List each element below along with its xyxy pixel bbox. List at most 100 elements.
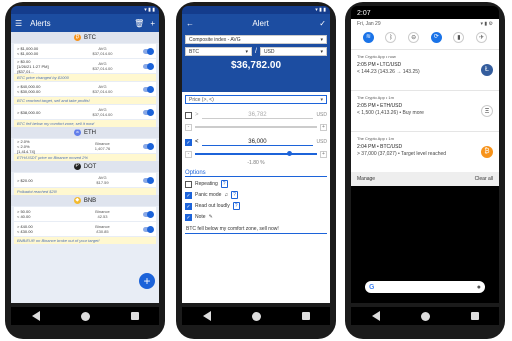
notification-title: 2:05 PM • ETH/USD bbox=[357, 103, 403, 109]
notification-title: 2:04 PM • BTC/USD bbox=[357, 144, 403, 150]
alert-price: Binance 1,407.76 bbox=[94, 141, 111, 151]
note-label: Note bbox=[195, 214, 206, 220]
clear-all-button[interactable]: Clear all bbox=[475, 176, 493, 182]
info-icon[interactable]: ? bbox=[231, 191, 238, 199]
screen-alerts-list: ▾ ▮ ▮ ☰ Alerts 🗑 + ₿ BTC > $1,000.00 < $1,… bbox=[11, 6, 159, 303]
alert-toggle[interactable] bbox=[143, 108, 154, 116]
index-select[interactable]: Composite index - AVG ▾ bbox=[185, 35, 327, 44]
alert-toggle[interactable] bbox=[143, 142, 154, 150]
coin-name: BNB bbox=[83, 197, 97, 204]
panic-checkbox[interactable]: ✓ bbox=[185, 191, 192, 199]
index-select-value: Composite index - AVG bbox=[189, 36, 241, 43]
search-bar[interactable]: G ● bbox=[365, 281, 485, 293]
price-condition-select[interactable]: Price (>, <) ▾ bbox=[185, 95, 327, 104]
wifi-icon[interactable]: ≋ bbox=[362, 32, 374, 43]
alert-toggle[interactable] bbox=[143, 62, 154, 70]
coin-icon: Ł bbox=[481, 64, 493, 76]
alert-note: ETH/USDT price on Binance moved 2% bbox=[14, 154, 156, 161]
alert-toggle[interactable] bbox=[143, 85, 154, 93]
lower-slider[interactable] bbox=[195, 151, 317, 156]
back-icon[interactable] bbox=[31, 311, 40, 321]
mic-icon[interactable]: ● bbox=[477, 284, 481, 291]
upper-checkbox[interactable] bbox=[185, 111, 192, 119]
recents-icon[interactable] bbox=[470, 312, 479, 320]
notification-card[interactable]: The Crypto App • 1m 2:04 PM • BTC/USD > 37… bbox=[351, 131, 499, 172]
alert-row[interactable]: > $40,000.00 < $30,000.00 AVG $37,014.00 bbox=[14, 82, 156, 96]
note-checkbox[interactable]: ✓ bbox=[185, 213, 192, 221]
volume-icon: ♫ bbox=[224, 192, 229, 198]
home-icon[interactable] bbox=[251, 311, 261, 321]
home-icon[interactable] bbox=[420, 311, 430, 321]
alert-toggle[interactable] bbox=[143, 210, 154, 218]
app-bar: ← Alert ✓ bbox=[182, 14, 330, 32]
recents-icon[interactable] bbox=[130, 312, 139, 320]
alert-condition: > 2.0% < 2.0% [1,414.74] bbox=[17, 138, 35, 154]
upper-slider-row: - + bbox=[185, 123, 327, 131]
alert-toggle[interactable] bbox=[143, 176, 154, 184]
notification-card[interactable]: The Crypto App • now 2:05 PM • LTC/USD < 1… bbox=[351, 49, 499, 90]
notification-title: 2:05 PM • LTC/USD bbox=[357, 62, 402, 68]
alert-condition: > 50.00 < 40.00 bbox=[17, 209, 31, 219]
manage-button[interactable]: Manage bbox=[357, 176, 375, 182]
alert-condition: > $0.00 [1/26/21 1:27 PM] ($37,01... bbox=[17, 58, 49, 74]
notification-app: The Crypto App • 1m bbox=[357, 136, 394, 141]
delete-icon[interactable]: 🗑 bbox=[134, 19, 144, 28]
notification-app: The Crypto App • 1m bbox=[357, 95, 394, 100]
lower-slider-row: - + bbox=[185, 150, 327, 158]
alert-row[interactable]: > $1,000.00 < $1,000.00 AVG $37,014.00 bbox=[14, 44, 156, 58]
upper-unit: USD bbox=[316, 112, 327, 118]
back-arrow-icon[interactable]: ← bbox=[186, 19, 194, 28]
alert-toggle[interactable] bbox=[143, 225, 154, 233]
alert-row[interactable]: > 50.00 < 40.00 Binance 42.53 bbox=[14, 207, 156, 221]
quote-select[interactable]: USD ▾ bbox=[259, 47, 328, 56]
battery-saver-icon[interactable]: ▮ bbox=[453, 32, 465, 43]
alert-row[interactable]: > $20.00 AVG $17.59 bbox=[14, 173, 156, 187]
back-icon[interactable] bbox=[371, 311, 380, 321]
lower-checkbox[interactable]: ✓ bbox=[185, 138, 192, 146]
airplane-icon[interactable]: ✈ bbox=[476, 32, 488, 43]
add-icon[interactable]: + bbox=[150, 19, 155, 28]
plus-button[interactable]: + bbox=[320, 150, 327, 158]
upper-slider[interactable] bbox=[195, 126, 317, 128]
status-bar: ▾ ▮ ▮ bbox=[182, 6, 330, 14]
back-icon[interactable] bbox=[202, 311, 211, 321]
alert-row[interactable]: > 2.0% < 2.0% [1,414.74] Binance 1,407.76 bbox=[14, 138, 156, 154]
add-alert-button[interactable]: + bbox=[139, 273, 155, 289]
alert-row[interactable]: > $38,000.00 AVG $37,014.00 bbox=[14, 105, 156, 119]
date-label: Fri, Jan 29 bbox=[357, 21, 381, 27]
repeating-label: Repeating bbox=[195, 181, 218, 187]
upper-condition-row: > 36,782 USD bbox=[185, 110, 327, 120]
alert-row[interactable]: > £40.00 < £30.00 Binance £30.85 bbox=[14, 222, 156, 236]
lower-value-input[interactable]: 36,000 bbox=[201, 139, 314, 146]
recents-icon[interactable] bbox=[301, 312, 310, 320]
info-icon[interactable]: ? bbox=[232, 202, 240, 210]
quick-settings: ≋ ᛒ ⊖ ⟳ ▮ ✈ bbox=[351, 29, 499, 49]
menu-icon[interactable]: ☰ bbox=[15, 19, 22, 28]
rotate-icon[interactable]: ⟳ bbox=[430, 32, 442, 43]
phone-alert-editor: ▾ ▮ ▮ ← Alert ✓ Composite index - AVG ▾ B… bbox=[176, 2, 336, 339]
dnd-icon[interactable]: ⊖ bbox=[408, 32, 420, 43]
clock: 2:07 bbox=[357, 10, 371, 17]
notification-card[interactable]: The Crypto App • 1m 2:05 PM • ETH/USD < 1,… bbox=[351, 90, 499, 131]
read-out-checkbox[interactable]: ✓ bbox=[185, 202, 192, 210]
minus-button[interactable]: - bbox=[185, 150, 192, 158]
base-select[interactable]: BTC ▾ bbox=[185, 47, 253, 56]
alert-toggle[interactable] bbox=[143, 47, 154, 55]
status-bar: ▾ ▮ ▮ bbox=[11, 6, 159, 14]
bluetooth-icon[interactable]: ᛒ bbox=[385, 32, 397, 43]
slider-knob[interactable] bbox=[286, 151, 292, 156]
note-input[interactable]: BTC fell below my comfort zone, sell now… bbox=[185, 225, 327, 234]
screen-alert-editor: ▾ ▮ ▮ ← Alert ✓ Composite index - AVG ▾ B… bbox=[182, 6, 330, 303]
minus-button[interactable]: - bbox=[185, 123, 192, 131]
quote-value: USD bbox=[263, 48, 275, 55]
upper-value-input[interactable]: 36,782 bbox=[201, 112, 314, 119]
repeating-checkbox[interactable] bbox=[185, 180, 192, 188]
home-icon[interactable] bbox=[80, 311, 90, 321]
confirm-icon[interactable]: ✓ bbox=[319, 19, 326, 28]
plus-button[interactable]: + bbox=[320, 123, 327, 131]
upper-operator: > bbox=[195, 112, 199, 118]
nav-bar bbox=[351, 307, 499, 325]
pair-separator: / bbox=[255, 48, 257, 55]
info-icon[interactable]: ? bbox=[220, 180, 228, 188]
alert-row[interactable]: > $0.00 [1/26/21 1:27 PM] ($37,01... AVG … bbox=[14, 58, 156, 74]
